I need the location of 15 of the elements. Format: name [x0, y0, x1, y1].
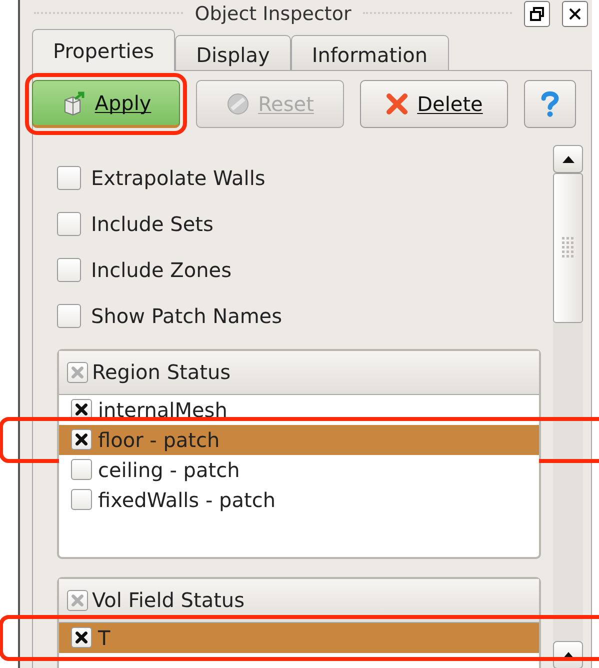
- list-row[interactable]: floor - patch: [59, 424, 539, 454]
- action-button[interactable]: Apply: [32, 80, 180, 128]
- panel-title: Object Inspector: [194, 2, 352, 27]
- action-button[interactable]: Delete: [360, 80, 508, 128]
- list-row[interactable]: ceiling - patch: [59, 454, 539, 484]
- option-label: Include Sets: [91, 210, 214, 238]
- tab[interactable]: Properties: [32, 28, 176, 70]
- list-title: Vol Field Status: [92, 587, 245, 614]
- option-label: Include Zones: [91, 256, 232, 284]
- option-label: Show Patch Names: [91, 302, 282, 330]
- list-title: Region Status: [92, 359, 231, 386]
- list-row[interactable]: T: [59, 622, 539, 652]
- option-label: Extrapolate Walls: [91, 164, 266, 192]
- tab[interactable]: Information: [290, 34, 449, 70]
- tab[interactable]: Display: [175, 34, 291, 70]
